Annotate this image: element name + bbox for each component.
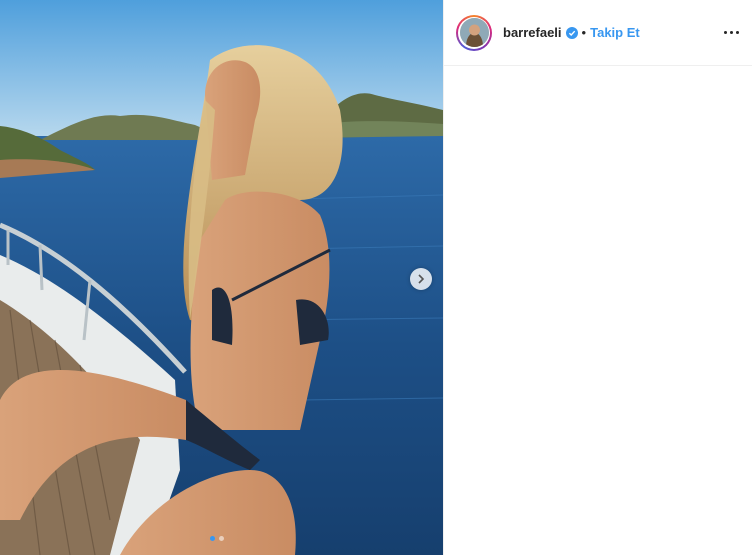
more-options-icon[interactable]	[724, 23, 739, 43]
instagram-post: barrefaeli • Takip Et	[0, 0, 752, 555]
chevron-right-icon	[418, 274, 425, 284]
carousel-indicator	[210, 536, 224, 541]
avatar	[459, 18, 489, 47]
carousel-dot	[219, 536, 224, 541]
separator: •	[581, 25, 587, 40]
post-header: barrefaeli • Takip Et	[444, 0, 752, 66]
post-side-panel: barrefaeli • Takip Et	[443, 0, 752, 555]
post-media[interactable]	[0, 0, 443, 555]
username-link[interactable]: barrefaeli	[503, 25, 562, 40]
verified-badge-icon	[565, 26, 578, 39]
follow-button[interactable]: Takip Et	[590, 25, 640, 40]
carousel-next-button[interactable]	[410, 268, 432, 290]
post-photo	[0, 0, 443, 555]
carousel-dot-active	[210, 536, 215, 541]
profile-photo	[459, 18, 489, 47]
story-ring[interactable]	[456, 14, 492, 51]
